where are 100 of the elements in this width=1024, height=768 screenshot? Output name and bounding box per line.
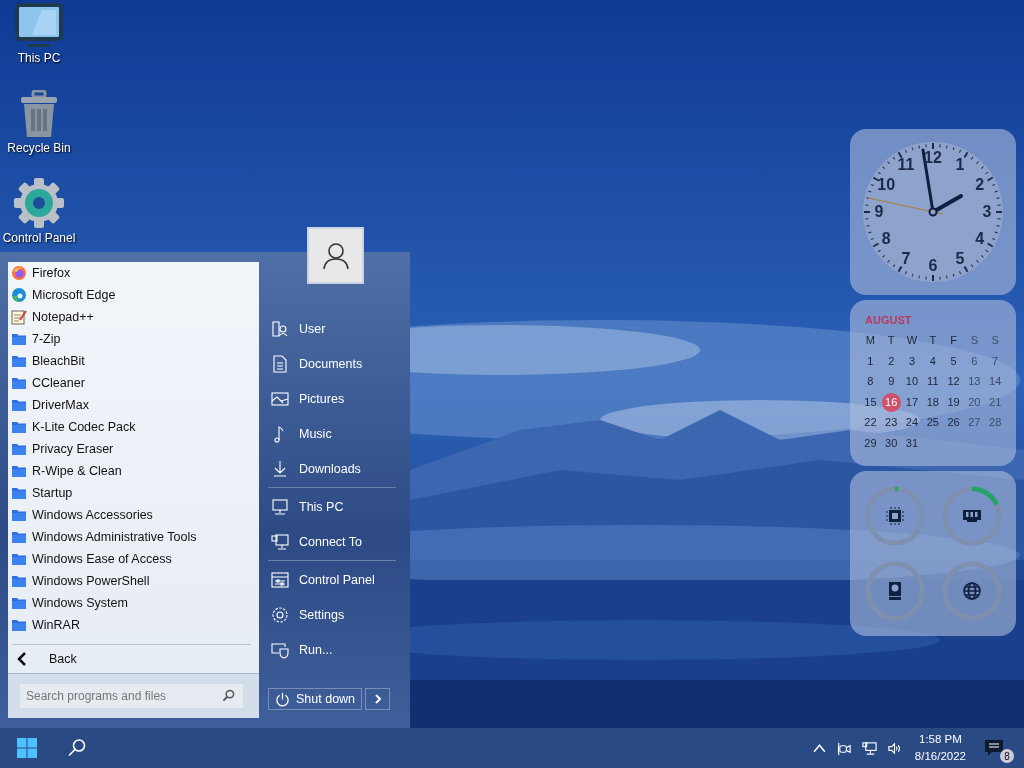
calendar-day[interactable]: 2 [880,350,902,371]
notification-count-badge: 8 [1000,749,1014,763]
clock-number: 8 [881,230,891,248]
calendar-day[interactable]: 24 [901,412,923,433]
calendar-day[interactable]: 17 [901,391,923,412]
program-item[interactable]: 7-Zip [11,328,259,350]
calendar-day[interactable]: 9 [880,371,902,392]
folder-icon [11,595,27,611]
folder-icon [11,331,27,347]
place-item[interactable]: User [268,311,400,346]
gear-icon [271,605,289,624]
calendar-day[interactable]: 30 [880,432,902,453]
program-item[interactable]: CCleaner [11,372,259,394]
shutdown-options-button[interactable] [365,688,391,710]
picture-icon [271,389,289,408]
clock-number: 1 [955,156,965,175]
place-item[interactable]: Control Panel [268,562,400,597]
download-icon [271,459,289,478]
monitor-icon[interactable] [14,2,64,48]
run-icon [271,640,289,659]
clock-number: 9 [874,203,884,221]
calendar-day[interactable]: 1 [860,350,881,371]
monitor-icon [271,497,289,516]
program-item[interactable]: Startup [11,482,259,504]
folder-icon [11,441,27,457]
program-item[interactable]: BleachBit [11,350,259,372]
program-item[interactable]: R-Wipe & Clean [11,460,259,482]
trash-icon[interactable] [19,90,59,138]
chip-icon [884,506,905,527]
place-item[interactable]: This PC [268,489,400,524]
desktop-icon-label[interactable]: This PC [17,51,61,65]
place-item[interactable]: Downloads [268,451,400,486]
program-item[interactable]: WinRAR [11,614,259,636]
clock-number: 4 [975,230,985,248]
shut-down-button[interactable]: Shut down [268,688,363,710]
volume-icon[interactable] [886,740,902,756]
clock-number: 12 [924,149,942,167]
calendar-day[interactable]: 18 [922,391,944,412]
program-item[interactable]: DriverMax [11,394,259,416]
program-item[interactable]: Windows Administrative Tools [11,526,259,548]
calendar-day[interactable]: 3 [901,350,923,371]
calendar-day[interactable]: 6 [964,350,985,371]
program-item[interactable]: K-Lite Codec Pack [11,416,259,438]
search-icon [67,738,87,758]
weekday-label: T [886,333,896,349]
clock-number: 5 [955,249,965,268]
calendar-day[interactable]: 10 [901,371,923,392]
program-item[interactable]: Firefox [11,262,259,284]
place-item[interactable]: Connect To [268,524,400,559]
taskbar-clock[interactable]: 1:58 PM 8/16/2022 [914,731,966,765]
camera-icon[interactable] [836,740,852,756]
calendar-day[interactable]: 11 [922,371,944,392]
globe-icon [961,580,982,601]
program-item[interactable]: Windows Accessories [11,504,259,526]
search-field[interactable]: Search programs and files [20,684,243,708]
usage-ring [940,559,1003,622]
usage-ring [863,485,926,548]
place-item[interactable]: Documents [268,346,400,381]
calendar-day[interactable]: 8 [860,371,881,392]
desktop-icon-label[interactable]: Control Panel [2,231,76,245]
calendar-day[interactable]: 7 [984,350,1006,371]
program-item[interactable]: Microsoft Edge [11,284,259,306]
firefox-icon [11,265,27,281]
calendar-day[interactable]: 19 [943,391,964,412]
calendar-day[interactable]: 22 [860,412,881,433]
desktop-icon-label[interactable]: Recycle Bin [7,141,71,155]
calendar-day[interactable]: 12 [943,371,964,392]
place-item[interactable]: Music [268,416,400,451]
back-button[interactable]: Back [8,644,259,673]
calendar-day[interactable]: 15 [860,391,881,412]
calendar-day[interactable]: 13 [964,371,985,392]
calendar-day[interactable]: 23 [880,412,902,433]
program-item[interactable]: Windows PowerShell [11,570,259,592]
folder-icon [11,573,27,589]
calendar-day[interactable]: 14 [984,371,1006,392]
clock-number: 2 [975,176,985,194]
user-avatar-button[interactable] [307,227,364,284]
calendar-day[interactable]: 4 [922,350,944,371]
notepad-icon [11,309,27,325]
place-item[interactable]: Pictures [268,381,400,416]
program-item[interactable]: Windows Ease of Access [11,548,259,570]
calendar-day[interactable]: 20 [964,391,985,412]
gear-icon[interactable] [14,178,64,228]
place-item[interactable]: Run... [268,632,400,667]
calendar-day[interactable]: 29 [860,432,881,453]
notification-icon[interactable] [984,738,1004,758]
folder-icon [11,463,27,479]
folder-icon [11,375,27,391]
calendar-day[interactable]: 31 [901,432,923,453]
calendar-day[interactable]: 5 [943,350,964,371]
weekday-label: M [864,333,876,349]
search-icon [222,689,235,702]
program-item[interactable]: Notepad++ [11,306,259,328]
network-icon[interactable] [861,740,877,756]
place-item[interactable]: Settings [268,597,400,632]
taskbar-date: 8/16/2022 [914,749,966,764]
calendar-day[interactable]: 26 [943,412,964,433]
program-item[interactable]: Windows System [11,592,259,614]
program-item[interactable]: Privacy Eraser [11,438,259,460]
calendar-day[interactable]: 25 [922,412,944,433]
